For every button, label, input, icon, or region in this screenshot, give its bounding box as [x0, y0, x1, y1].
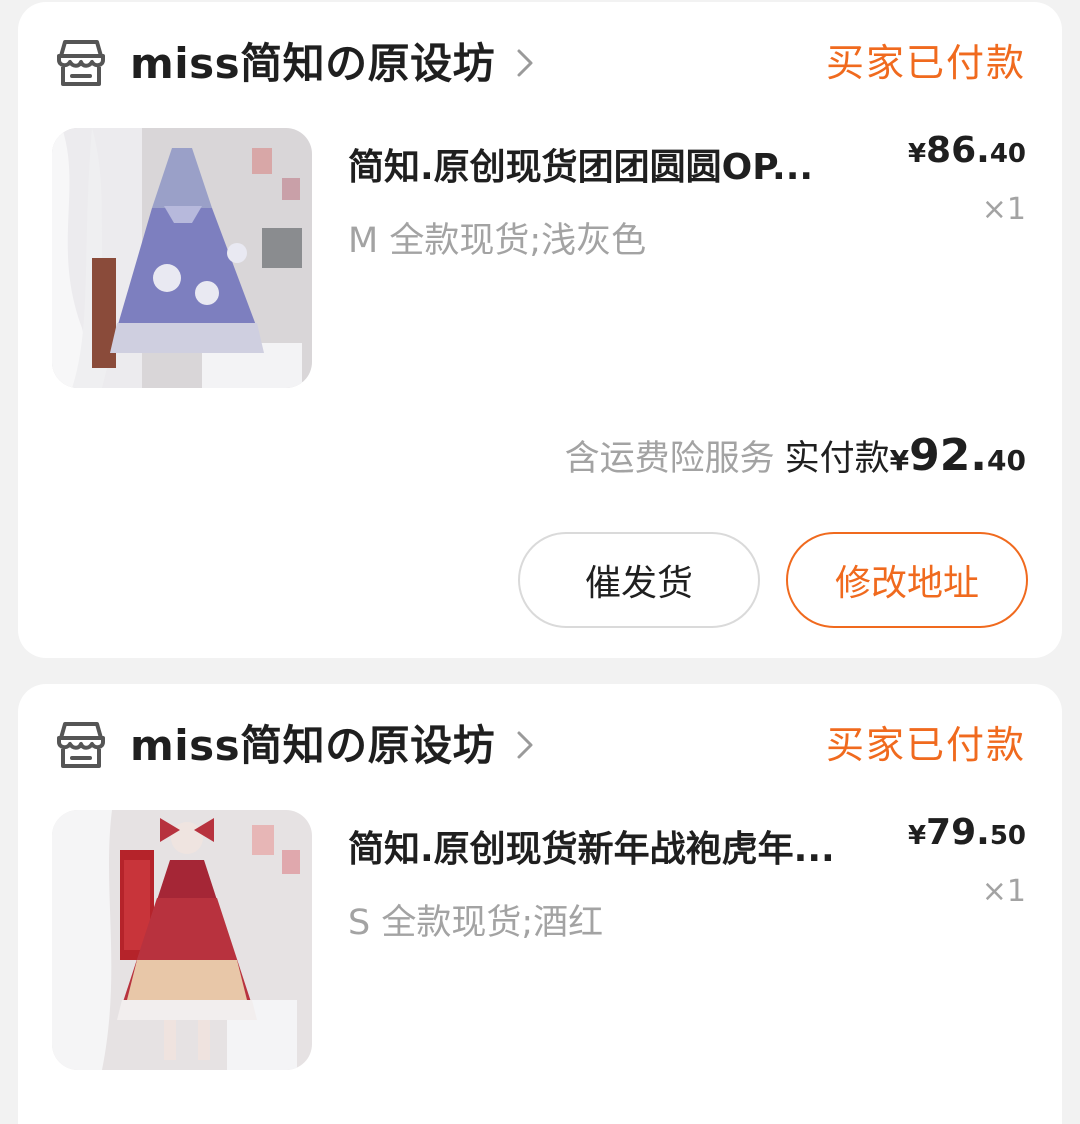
chevron-right-icon[interactable]	[514, 46, 536, 80]
urge-shipment-button[interactable]: 催发货	[518, 532, 760, 628]
order-card[interactable]: miss简知の原设坊 买家已付款 简知.原创现货团团圆圆OP... M 全款现货…	[18, 2, 1062, 658]
product-thumbnail[interactable]	[52, 810, 312, 1070]
dress-image	[52, 810, 312, 1070]
product-price: ¥86.40	[908, 130, 1026, 171]
product-title[interactable]: 简知.原创现货团团圆圆OP...	[348, 138, 868, 190]
order-card[interactable]: miss简知の原设坊 买家已付款 简知.原创现货新年战袍虎年... S 全款现货…	[18, 684, 1062, 1124]
paid-currency: ¥	[889, 444, 910, 477]
order-status: 买家已付款	[825, 723, 1026, 767]
price-decimal: 40	[989, 139, 1026, 169]
chevron-right-icon[interactable]	[514, 728, 536, 762]
order-status: 买家已付款	[825, 41, 1026, 85]
product-sku: M 全款现货;浅灰色	[348, 221, 647, 261]
price-integer: 79.	[926, 812, 990, 853]
shipping-insurance-note: 含运费险服务	[564, 439, 775, 479]
paid-integer: 92.	[909, 430, 988, 481]
product-title[interactable]: 简知.原创现货新年战袍虎年...	[348, 820, 868, 872]
paid-decimal: 40	[987, 444, 1026, 477]
product-quantity: ×1	[981, 192, 1026, 227]
product-thumbnail[interactable]	[52, 128, 312, 388]
store-name[interactable]: miss简知の原设坊	[130, 712, 495, 773]
change-address-button[interactable]: 修改地址	[786, 532, 1028, 628]
product-quantity: ×1	[981, 874, 1026, 909]
store-icon	[57, 40, 105, 86]
store-name[interactable]: miss简知の原设坊	[130, 30, 495, 91]
price-currency: ¥	[907, 821, 927, 851]
price-integer: 86.	[926, 130, 990, 171]
order-summary: 含运费险服务 实付款¥92.40	[565, 430, 1026, 481]
price-decimal: 50	[989, 821, 1026, 851]
product-sku: S 全款现货;酒红	[348, 903, 604, 943]
paid-label: 实付款	[784, 439, 890, 479]
store-icon	[57, 722, 105, 768]
product-price: ¥79.50	[908, 812, 1026, 853]
dress-image	[52, 128, 312, 388]
price-currency: ¥	[907, 139, 927, 169]
